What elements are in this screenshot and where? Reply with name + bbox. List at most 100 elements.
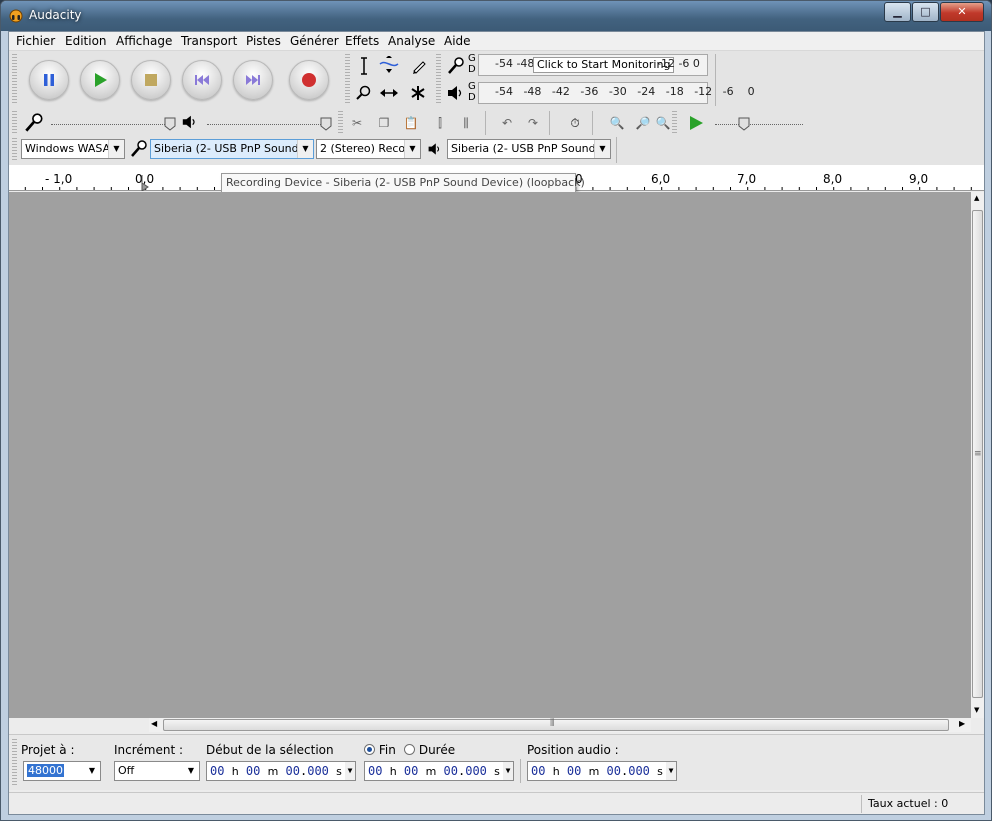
multi-tool-button[interactable] — [406, 81, 430, 105]
recording-channels-select[interactable]: 2 (Stereo) Record ▼ — [316, 139, 421, 159]
actual-rate-status: Taux actuel : 0 — [861, 795, 948, 813]
menu-affichage[interactable]: Affichage — [116, 34, 172, 48]
trim-audio-icon: ⫿ — [438, 115, 442, 130]
play-head-marker[interactable] — [140, 175, 150, 191]
selection-tool-button[interactable] — [352, 54, 376, 78]
asterisk-icon — [411, 86, 425, 100]
record-meter[interactable]: -54 -48 Click to Start Monitoring -12 -6… — [478, 54, 708, 76]
scroll-left-icon[interactable]: ◀ — [151, 719, 157, 728]
toolbar-grip[interactable] — [12, 111, 17, 133]
playback-volume-slider-track[interactable] — [207, 124, 327, 125]
record-button[interactable] — [289, 60, 329, 100]
fit-selection-button[interactable]: 🔍 — [656, 112, 670, 134]
audio-position-time[interactable]: 00 h 00 m 00.000 s ▼ — [527, 761, 677, 781]
close-button[interactable]: ✕ — [940, 2, 984, 22]
play-icon — [95, 73, 107, 87]
toolbar-grip[interactable] — [345, 54, 350, 104]
length-radio[interactable]: Durée — [404, 743, 455, 757]
menu-generer[interactable]: Générer — [290, 34, 339, 48]
selection-end-time[interactable]: 00 h 00 m 00.000 s ▼ — [364, 761, 514, 781]
toolbar-grip[interactable] — [338, 111, 343, 133]
menu-fichier[interactable]: Fichier — [16, 34, 55, 48]
pause-button[interactable] — [29, 60, 69, 100]
audio-host-select[interactable]: Windows WASAPI ▼ — [21, 139, 125, 159]
play-speed-slider-track[interactable] — [715, 124, 803, 125]
stop-button[interactable] — [131, 60, 171, 100]
trim-button[interactable]: ⫿ — [429, 112, 451, 134]
audacity-logo-icon — [9, 9, 23, 23]
scroll-up-icon[interactable]: ▲ — [974, 194, 979, 202]
toolbar-grip[interactable] — [12, 138, 17, 160]
project-rate-input[interactable]: 48000 ▼ — [23, 761, 101, 781]
play-at-speed-icon[interactable] — [687, 114, 705, 132]
play-speed-slider-thumb[interactable] — [738, 117, 750, 131]
zoom-out-button[interactable]: 🔎 — [632, 112, 654, 134]
toolbar-grip[interactable] — [672, 111, 677, 133]
copy-button[interactable]: ❐ — [373, 112, 395, 134]
maximize-button[interactable]: □ — [912, 2, 939, 22]
chevron-down-icon: ▼ — [666, 762, 676, 780]
audio-position-label: Position audio : — [527, 743, 619, 757]
i-beam-icon — [361, 57, 367, 75]
time-shift-arrows-icon — [380, 89, 398, 97]
menu-analyse[interactable]: Analyse — [388, 34, 435, 48]
zoom-in-button[interactable]: 🔍 — [606, 112, 628, 134]
recording-device-select[interactable]: Siberia (2- USB PnP Sound De ▼ — [150, 139, 314, 159]
title-bar[interactable]: Audacity ▁ □ ✕ — [1, 1, 991, 31]
start-monitoring-label[interactable]: Click to Start Monitoring — [533, 57, 675, 73]
paste-icon: 📋 — [403, 116, 419, 130]
recording-volume-slider-track[interactable] — [51, 124, 171, 125]
end-radio[interactable]: Fin — [364, 743, 396, 757]
menu-pistes[interactable]: Pistes — [246, 34, 281, 48]
menu-edition[interactable]: Edition — [65, 34, 107, 48]
silence-button[interactable]: ⫼ — [455, 112, 477, 134]
toolbar-grip[interactable] — [12, 739, 17, 787]
track-panel[interactable] — [9, 192, 971, 718]
horizontal-scroll-thumb[interactable]: ⦀ — [163, 718, 949, 731]
menu-effets[interactable]: Effets — [345, 34, 379, 48]
cut-button[interactable]: ✂ — [346, 112, 368, 134]
skip-start-icon — [195, 75, 209, 85]
paste-button[interactable]: 📋 — [400, 112, 422, 134]
record-meter-button[interactable] — [444, 54, 468, 78]
skip-to-end-button[interactable] — [233, 60, 273, 100]
zoom-fit-icon: 🔍 — [656, 116, 670, 130]
scroll-down-icon[interactable]: ▼ — [974, 706, 979, 714]
scroll-right-icon[interactable]: ▶ — [959, 719, 965, 728]
menu-transport[interactable]: Transport — [181, 34, 237, 48]
redo-button[interactable]: ↷ — [522, 112, 544, 134]
pause-icon — [44, 74, 54, 86]
selection-start-time[interactable]: 00 h 00 m 00.000 s ▼ — [206, 761, 356, 781]
selection-start-label: Début de la sélection — [206, 743, 334, 757]
zoom-out-icon: 🔎 — [635, 116, 651, 130]
sync-lock-button[interactable]: ⏱ — [564, 112, 586, 134]
playback-device-select[interactable]: Siberia (2- USB PnP Sound De ▼ — [447, 139, 611, 159]
playback-meter[interactable]: -54 -48 -42 -36 -30 -24 -18 -12 -6 0 — [478, 82, 755, 104]
client-area: Fichier Edition Affichage Transport Pist… — [8, 31, 985, 815]
record-meter-channels: G D — [468, 53, 476, 75]
vertical-scrollbar[interactable]: ▲ ≡ ▼ — [971, 192, 984, 718]
playback-volume-slider-thumb[interactable] — [320, 117, 332, 131]
toolbar-grip[interactable] — [12, 54, 17, 104]
zoom-tool-button[interactable] — [352, 81, 376, 105]
recording-device-tooltip: Recording Device - Siberia (2- USB PnP S… — [221, 173, 585, 193]
toolbar-separator — [485, 111, 486, 135]
recording-volume-slider-thumb[interactable] — [164, 117, 176, 131]
time-shift-tool-button[interactable] — [377, 81, 401, 105]
horizontal-scrollbar[interactable]: ◀ ⦀ ▶ — [149, 718, 971, 732]
playback-meter-button[interactable] — [444, 81, 468, 105]
play-button[interactable] — [80, 60, 120, 100]
toolbar-grip[interactable] — [436, 54, 441, 104]
snap-select[interactable]: Off ▼ — [114, 761, 200, 781]
envelope-tool-button[interactable] — [377, 54, 401, 78]
playback-meter-channels: G D — [468, 81, 476, 103]
scissors-icon: ✂ — [351, 116, 363, 130]
minimize-button[interactable]: ▁ — [884, 2, 911, 22]
menu-aide[interactable]: Aide — [444, 34, 471, 48]
draw-tool-button[interactable] — [407, 54, 431, 78]
magnifier-icon — [356, 85, 371, 100]
zoom-in-icon: 🔍 — [609, 116, 625, 130]
vertical-scroll-thumb[interactable]: ≡ — [972, 210, 983, 698]
undo-button[interactable]: ↶ — [496, 112, 518, 134]
skip-to-start-button[interactable] — [182, 60, 222, 100]
